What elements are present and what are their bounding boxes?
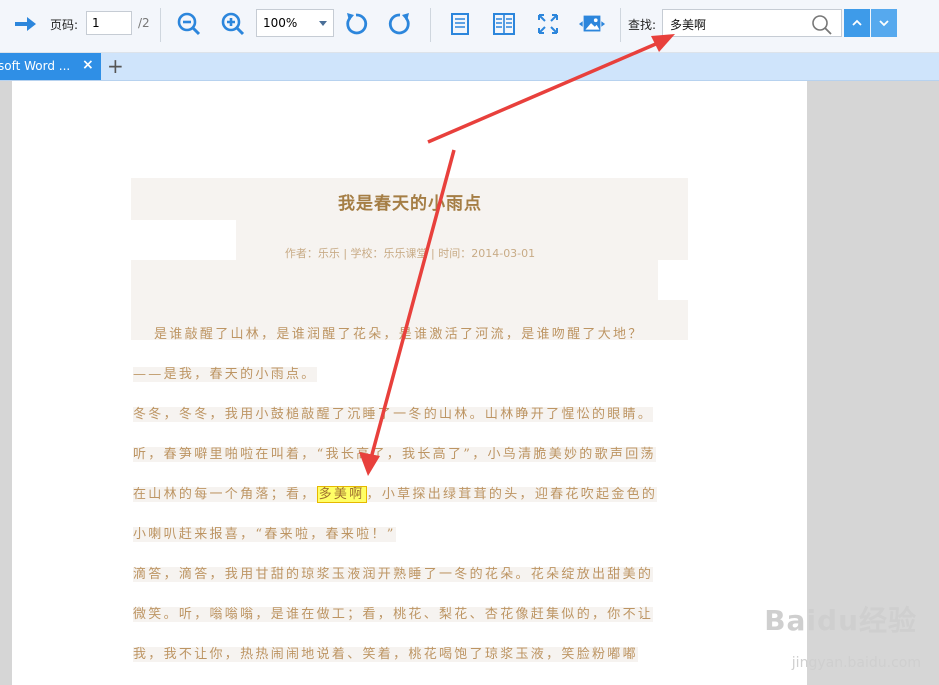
arrow-to-search (427, 38, 666, 144)
watermark-url: jingyan.baidu.com (791, 655, 921, 671)
arrow-to-highlight (368, 149, 456, 463)
annotation-arrows (359, 34, 675, 476)
arrow-head (359, 452, 380, 476)
watermark-logo: Baidu经验 (764, 604, 917, 637)
arrow-head (651, 34, 675, 52)
